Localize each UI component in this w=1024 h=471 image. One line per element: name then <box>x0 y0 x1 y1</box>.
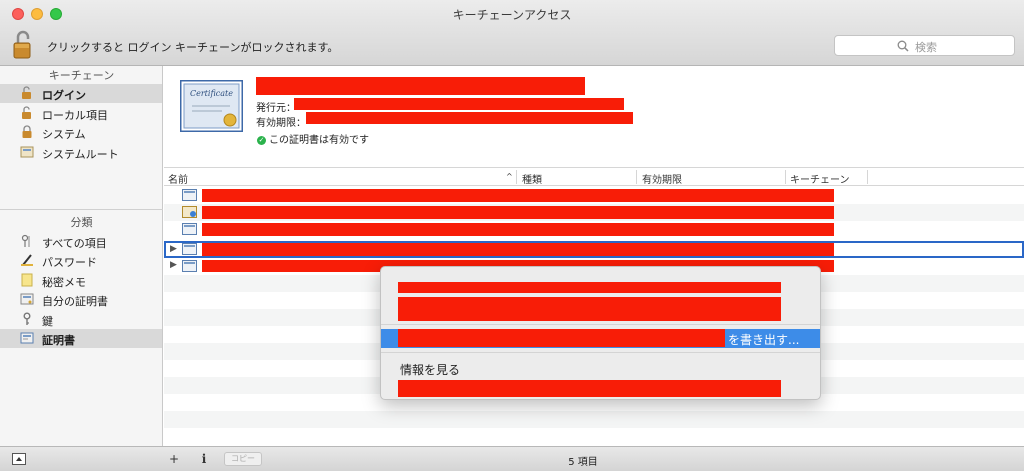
table-row[interactable] <box>164 221 1024 238</box>
certificate-icon <box>182 223 197 235</box>
redacted-menu-item[interactable] <box>398 282 781 293</box>
sort-ascending-icon: ^ <box>506 172 513 181</box>
redacted-row <box>202 243 834 256</box>
menu-item-export[interactable]: を書き出す... <box>381 329 820 348</box>
sidebar-item-label: 鍵 <box>42 315 53 328</box>
redacted-row <box>202 189 834 202</box>
search-placeholder: 検索 <box>915 41 937 54</box>
my-certificate-icon <box>20 293 34 305</box>
sidebar-item-label: システム <box>42 128 86 141</box>
sidebar-item-label: パスワード <box>42 256 97 269</box>
menu-separator <box>381 324 820 325</box>
keychains-heading: キーチェーン <box>48 69 115 82</box>
sidebar-item-label: 秘密メモ <box>42 276 86 289</box>
keys-icon <box>21 234 30 247</box>
sidebar-item-all-items[interactable]: すべての項目 <box>0 232 162 251</box>
column-header-name[interactable]: 名前 <box>168 171 188 186</box>
menu-item-get-info[interactable]: 情報を見る <box>400 361 460 378</box>
sidebar: キーチェーン ログイン ローカル項目 システム システムルート 分類 すべての項… <box>0 66 163 446</box>
categories-heading: 分類 <box>70 216 93 229</box>
table-header: 名前 ^ 種類 有効期限 キーチェーン <box>164 167 1024 186</box>
sidebar-item-label: ログイン <box>42 89 86 102</box>
menu-separator <box>381 352 820 353</box>
certificate-image: Certificate <box>180 80 243 132</box>
certificate-folder-icon <box>20 146 34 158</box>
certificate-icon <box>182 189 197 201</box>
context-menu: を書き出す... 情報を見る <box>380 266 821 400</box>
sidebar-item-label: ローカル項目 <box>42 109 108 122</box>
title-bar: キーチェーンアクセス クリックすると ログイン キーチェーンがロックされます。 … <box>0 0 1024 66</box>
sidebar-divider <box>0 209 163 210</box>
sidebar-item-certificates[interactable]: 証明書 <box>0 329 162 348</box>
redacted-expiry <box>306 112 633 124</box>
sidebar-item-keys[interactable]: 鍵 <box>0 310 162 329</box>
table-row[interactable] <box>164 204 1024 221</box>
export-label: を書き出す... <box>728 333 800 347</box>
redacted-row <box>202 206 834 219</box>
redacted-menu-item[interactable] <box>398 297 781 321</box>
unlocked-padlock-icon[interactable] <box>12 30 34 60</box>
redacted-item-name <box>398 329 725 347</box>
disclosure-triangle-icon[interactable]: ▶ <box>170 244 177 254</box>
redacted-issuer <box>294 98 624 110</box>
disclosure-triangle-icon[interactable]: ▶ <box>170 260 177 270</box>
certificate-badge-icon <box>182 206 197 218</box>
window-title: キーチェーンアクセス <box>452 8 572 22</box>
note-icon <box>21 273 33 287</box>
sidebar-item-local-items[interactable]: ローカル項目 <box>0 104 162 123</box>
password-pen-icon <box>21 254 33 266</box>
redacted-row <box>202 223 834 236</box>
sidebar-item-label: すべての項目 <box>42 237 107 250</box>
sidebar-item-label: 自分の証明書 <box>42 295 108 308</box>
unlocked-padlock-icon <box>22 86 31 99</box>
sidebar-item-label: 証明書 <box>42 334 75 347</box>
table-row[interactable] <box>164 187 1024 204</box>
table-row-selected[interactable]: ▶ <box>164 241 1024 258</box>
svg-text:Certificate: Certificate <box>190 89 233 98</box>
issuer-label: 発行元： <box>256 103 296 114</box>
sidebar-item-system-roots[interactable]: システムルート <box>0 143 162 162</box>
locked-padlock-icon <box>22 125 32 138</box>
certificate-icon <box>182 243 197 255</box>
valid-status: ✓ この証明書は有効です <box>257 131 369 146</box>
sidebar-item-secure-notes[interactable]: 秘密メモ <box>0 271 162 290</box>
certificate-icon <box>182 260 197 272</box>
certificate-icon <box>20 332 34 344</box>
sidebar-item-passwords[interactable]: パスワード <box>0 251 162 270</box>
sidebar-item-login[interactable]: ログイン <box>0 84 162 103</box>
empty-row <box>164 428 1024 445</box>
redacted-certificate-name <box>256 77 585 95</box>
search-icon <box>897 40 909 52</box>
column-header-expires[interactable]: 有効期限 <box>642 171 682 186</box>
checkmark-icon: ✓ <box>257 135 266 145</box>
column-header-keychain[interactable]: キーチェーン <box>790 171 850 186</box>
redacted-menu-item[interactable] <box>398 380 781 397</box>
valid-message: この証明書は有効です <box>269 135 369 146</box>
empty-row <box>164 411 1024 428</box>
expiry-label: 有効期限： <box>256 118 306 129</box>
lock-message: クリックすると ログイン キーチェーンがロックされます。 <box>47 41 339 54</box>
key-icon <box>23 312 31 325</box>
sidebar-item-system[interactable]: システム <box>0 123 162 142</box>
search-field[interactable]: 検索 <box>834 35 1015 56</box>
sidebar-item-my-certificates[interactable]: 自分の証明書 <box>0 290 162 309</box>
column-header-kind[interactable]: 種類 <box>522 171 542 186</box>
bottom-bar: + i コピー 5 項目 <box>0 446 1024 471</box>
sidebar-item-label: システムルート <box>42 148 119 161</box>
item-count: 5 項目 <box>568 457 598 468</box>
unlocked-padlock-icon <box>22 106 31 119</box>
certificate-detail: Certificate 発行元： 有効期限： ✓ この証明書は有効です <box>164 66 1024 166</box>
